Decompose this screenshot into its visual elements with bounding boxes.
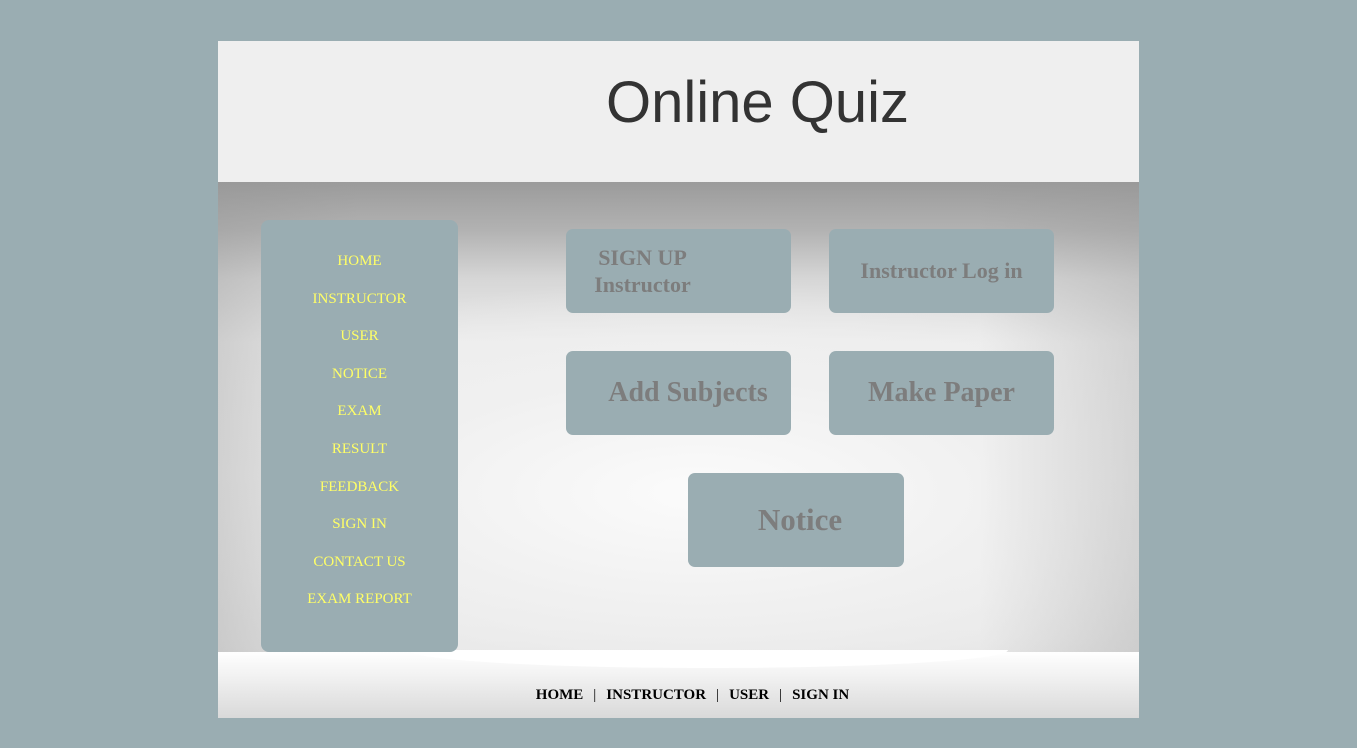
sidebar-item-contact-us[interactable]: CONTACT US xyxy=(261,552,458,590)
instructor-login-button[interactable]: Instructor Log in xyxy=(829,229,1054,313)
sidebar-item-sign-in[interactable]: SIGN IN xyxy=(261,514,458,552)
sidebar-item-notice[interactable]: NOTICE xyxy=(261,364,458,402)
make-paper-label: Make Paper xyxy=(868,377,1015,408)
sidebar-item-home[interactable]: HOME xyxy=(261,251,458,289)
sidebar-item-exam-report[interactable]: EXAM REPORT xyxy=(261,589,458,627)
footer-link-home[interactable]: HOME xyxy=(536,687,584,703)
signup-instructor-label: SIGN UP Instructor xyxy=(594,244,727,298)
sidebar-item-instructor[interactable]: INSTRUCTOR xyxy=(261,289,458,327)
footer-nav: HOME | INSTRUCTOR | USER | SIGN IN xyxy=(218,687,1139,704)
site-header: Online Quiz xyxy=(218,41,1139,182)
footer-link-instructor[interactable]: INSTRUCTOR xyxy=(606,687,706,703)
sidebar-menu: HOME INSTRUCTOR USER NOTICE EXAM RESULT … xyxy=(261,251,458,627)
add-subjects-button[interactable]: Add Subjects xyxy=(566,351,791,435)
site-title: Online Quiz xyxy=(606,70,910,135)
footer-separator: | xyxy=(593,687,597,703)
make-paper-button[interactable]: Make Paper xyxy=(829,351,1054,435)
instructor-login-label: Instructor Log in xyxy=(860,258,1023,283)
page-container: Online Quiz HOME INSTRUCTOR USER NOTICE … xyxy=(218,41,1139,718)
footer-link-user[interactable]: USER xyxy=(729,687,769,703)
sidebar-item-exam[interactable]: EXAM xyxy=(261,401,458,439)
sidebar-item-result[interactable]: RESULT xyxy=(261,439,458,477)
notice-label: Notice xyxy=(757,502,843,537)
sidebar-item-user[interactable]: USER xyxy=(261,326,458,364)
notice-button[interactable]: Notice xyxy=(688,473,904,567)
add-subjects-label: Add Subjects xyxy=(608,377,768,408)
footer-separator: | xyxy=(779,687,783,703)
signup-instructor-button[interactable]: SIGN UP Instructor xyxy=(566,229,791,313)
footer-link-sign-in[interactable]: SIGN IN xyxy=(792,687,849,703)
sidebar-item-feedback[interactable]: FEEDBACK xyxy=(261,477,458,515)
signup-line-1: SIGN UP xyxy=(598,245,687,270)
signup-line-2: Instructor xyxy=(594,272,691,297)
sidebar-nav: HOME INSTRUCTOR USER NOTICE EXAM RESULT … xyxy=(261,220,458,652)
footer-links: HOME | INSTRUCTOR | USER | SIGN IN xyxy=(536,687,849,704)
footer-separator: | xyxy=(716,687,720,703)
